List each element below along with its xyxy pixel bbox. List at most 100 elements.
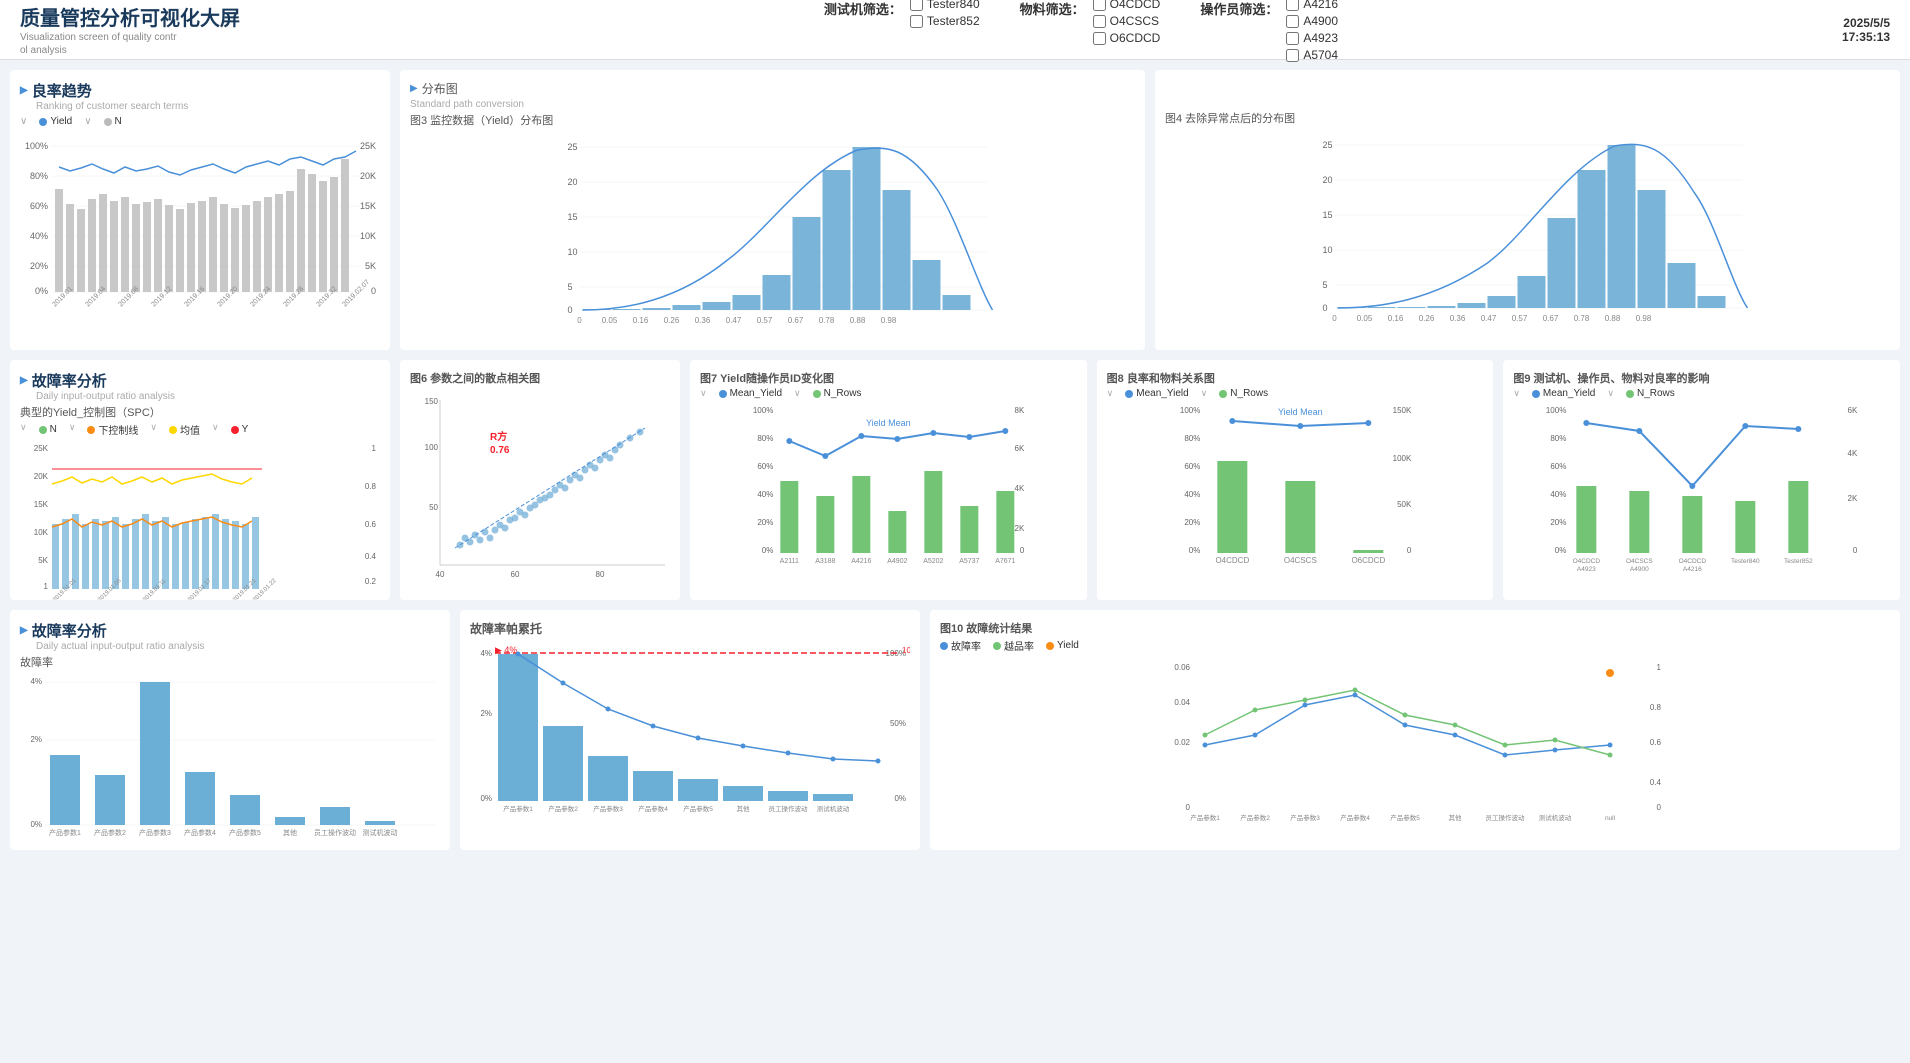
fault-rate-chart: 4% 2% 0% 产品参数1 产品参数2 产品参数3 xyxy=(20,672,440,850)
svg-text:产品参数2: 产品参数2 xyxy=(94,828,126,837)
svg-text:0%: 0% xyxy=(894,794,906,803)
a5704-option[interactable]: A5704 xyxy=(1286,48,1338,62)
svg-text:4K: 4K xyxy=(1015,484,1025,493)
yield-material-chart: 100% 80% 60% 40% 20% 0% 150K 100K 50K 0 xyxy=(1107,401,1484,581)
svg-text:15K: 15K xyxy=(360,201,376,211)
svg-text:20K: 20K xyxy=(360,171,376,181)
svg-text:2K: 2K xyxy=(1015,524,1025,533)
yield-dot xyxy=(39,118,47,126)
svg-text:产品参数1: 产品参数1 xyxy=(1190,813,1220,822)
o6cdcd-option[interactable]: O6CDCD xyxy=(1093,31,1161,45)
a4900-option[interactable]: A4900 xyxy=(1286,14,1338,28)
svg-text:2%: 2% xyxy=(480,709,492,718)
svg-text:4%: 4% xyxy=(30,677,42,686)
o4cdcd-option[interactable]: O4CDCD xyxy=(1093,0,1161,11)
a5704-checkbox[interactable] xyxy=(1286,49,1299,62)
distribution-card4: 图4 去除异常点后的分布图 25 20 15 10 5 0 xyxy=(1155,70,1900,350)
chart4-label: 图4 去除异常点后的分布图 xyxy=(1165,110,1890,126)
svg-text:40%: 40% xyxy=(1551,490,1567,499)
svg-text:80%: 80% xyxy=(1184,434,1200,443)
a4216-option[interactable]: A4216 xyxy=(1286,0,1338,11)
row3: 故障率分析 Daily actual input-output ratio an… xyxy=(10,610,1900,850)
operator-filter-label: 操作员筛选： xyxy=(1200,0,1278,18)
main-subtitle: Visualization screen of quality contr ol… xyxy=(20,31,320,57)
svg-text:25: 25 xyxy=(1323,140,1333,150)
svg-text:Tester840: Tester840 xyxy=(1731,558,1760,565)
yield-trend-subtitle: Ranking of customer search terms xyxy=(36,101,380,112)
fault-rate-label: 故障率 xyxy=(20,654,440,670)
svg-text:15: 15 xyxy=(568,212,578,222)
yield-machine-legend: ∨ Mean_Yield ∨ N_Rows xyxy=(1513,388,1890,399)
pareto-title: 故障率帕累托 xyxy=(470,620,910,637)
legend-mean: 均值 xyxy=(169,422,200,437)
svg-text:6K: 6K xyxy=(1848,406,1858,415)
svg-text:员工操作波动: 员工操作波动 xyxy=(769,804,809,813)
tester840-option[interactable]: Tester840 xyxy=(910,0,980,11)
svg-text:20%: 20% xyxy=(1184,518,1200,527)
svg-text:0: 0 xyxy=(1332,314,1337,323)
yield-trend-chart: 100% 80% 60% 40% 20% 0% 25K 20K 15K 10K … xyxy=(20,129,380,324)
a4216-checkbox[interactable] xyxy=(1286,0,1299,11)
yield-operator-card: 图7 Yield随操作员ID变化图 ∨ Mean_Yield ∨ N_Rows … xyxy=(690,360,1087,600)
a4900-checkbox[interactable] xyxy=(1286,15,1299,28)
svg-text:O4CDCD: O4CDCD xyxy=(1679,558,1707,565)
yield-machine-card: 图9 测试机、操作员、物料对良率的影响 ∨ Mean_Yield ∨ N_Row… xyxy=(1503,360,1900,600)
svg-text:0%: 0% xyxy=(762,546,774,555)
o4cdcd-checkbox[interactable] xyxy=(1093,0,1106,11)
svg-text:0%: 0% xyxy=(1555,546,1567,555)
fault-stats-title: 图10 故障统计结果 xyxy=(940,620,1890,636)
svg-text:其他: 其他 xyxy=(1449,813,1463,822)
svg-text:A2111: A2111 xyxy=(780,558,799,565)
tester840-checkbox[interactable] xyxy=(910,0,923,11)
svg-text:测试机波动: 测试机波动 xyxy=(817,804,850,813)
yield-machine-title: 图9 测试机、操作员、物料对良率的影响 xyxy=(1513,370,1890,386)
o4cscs-checkbox[interactable] xyxy=(1093,15,1106,28)
row2: 故障率分析 Daily input-output ratio analysis … xyxy=(10,360,1900,600)
svg-text:产品参数1: 产品参数1 xyxy=(49,828,81,837)
svg-text:0.67: 0.67 xyxy=(788,316,804,325)
material-filter: 物料筛选： O4CDCD O4CSCS O6CDCD xyxy=(1020,0,1161,45)
svg-text:25K: 25K xyxy=(34,444,49,453)
a4923-checkbox[interactable] xyxy=(1286,32,1299,45)
o4cscs-option[interactable]: O4CSCS xyxy=(1093,14,1161,28)
o6cdcd-checkbox[interactable] xyxy=(1093,32,1106,45)
svg-text:0.4: 0.4 xyxy=(1650,778,1662,787)
svg-text:60%: 60% xyxy=(757,462,773,471)
main-content: 良率趋势 Ranking of customer search terms ∨ … xyxy=(0,60,1910,860)
legend-yield2: Yield xyxy=(1046,638,1079,653)
svg-text:A4923: A4923 xyxy=(1577,566,1596,573)
dist-subtitle: Standard path conversion xyxy=(410,99,1135,110)
fault-stats-card: 图10 故障统计结果 故障率 越品率 Yield 0.06 0.04 0.02 … xyxy=(930,610,1900,850)
svg-text:2%: 2% xyxy=(30,735,42,744)
svg-text:0.16: 0.16 xyxy=(633,316,649,325)
svg-text:10K: 10K xyxy=(34,528,49,537)
svg-text:产品参数5: 产品参数5 xyxy=(1390,813,1420,822)
tester852-checkbox[interactable] xyxy=(910,15,923,28)
svg-text:产品参数2: 产品参数2 xyxy=(548,804,578,813)
svg-text:20: 20 xyxy=(1323,175,1333,185)
svg-text:O4CSCS: O4CSCS xyxy=(1284,556,1317,565)
svg-text:其他: 其他 xyxy=(737,804,751,813)
svg-text:0.26: 0.26 xyxy=(1419,314,1435,323)
scatter-title: 图6 参数之间的散点相关图 xyxy=(410,370,670,386)
svg-text:员工操作波动: 员工操作波动 xyxy=(314,828,356,837)
svg-text:产品参数4: 产品参数4 xyxy=(638,804,668,813)
a4923-option[interactable]: A4923 xyxy=(1286,31,1338,45)
scatter-card: 图6 参数之间的散点相关图 150 100 50 40 60 80 R方 0.7… xyxy=(400,360,680,600)
spc-legend: ∨ N ∨ 下控制线 ∨ 均值 ∨ Y xyxy=(20,422,380,437)
dist-title: 分布图 xyxy=(422,80,458,97)
svg-text:A4216: A4216 xyxy=(851,558,871,565)
legend-lower: 下控制线 xyxy=(87,422,138,437)
svg-text:100%: 100% xyxy=(1546,406,1566,415)
filter-area: 测试机筛选： Tester840 Tester852 物料筛选： O4CDCD … xyxy=(320,0,1842,62)
svg-text:0: 0 xyxy=(1407,546,1412,555)
chart3-label: 图3 监控数据（Yield）分布图 xyxy=(410,112,1135,128)
tester852-option[interactable]: Tester852 xyxy=(910,14,980,28)
svg-text:0.06: 0.06 xyxy=(1174,663,1190,672)
svg-text:40%: 40% xyxy=(30,231,48,241)
fault-analysis-title: 故障率分析 xyxy=(20,370,380,391)
svg-text:2019.01.05: 2019.01.05 xyxy=(97,577,123,600)
svg-text:5K: 5K xyxy=(38,556,48,565)
svg-text:50: 50 xyxy=(429,503,438,512)
tester-filter-label: 测试机筛选： xyxy=(824,0,902,18)
